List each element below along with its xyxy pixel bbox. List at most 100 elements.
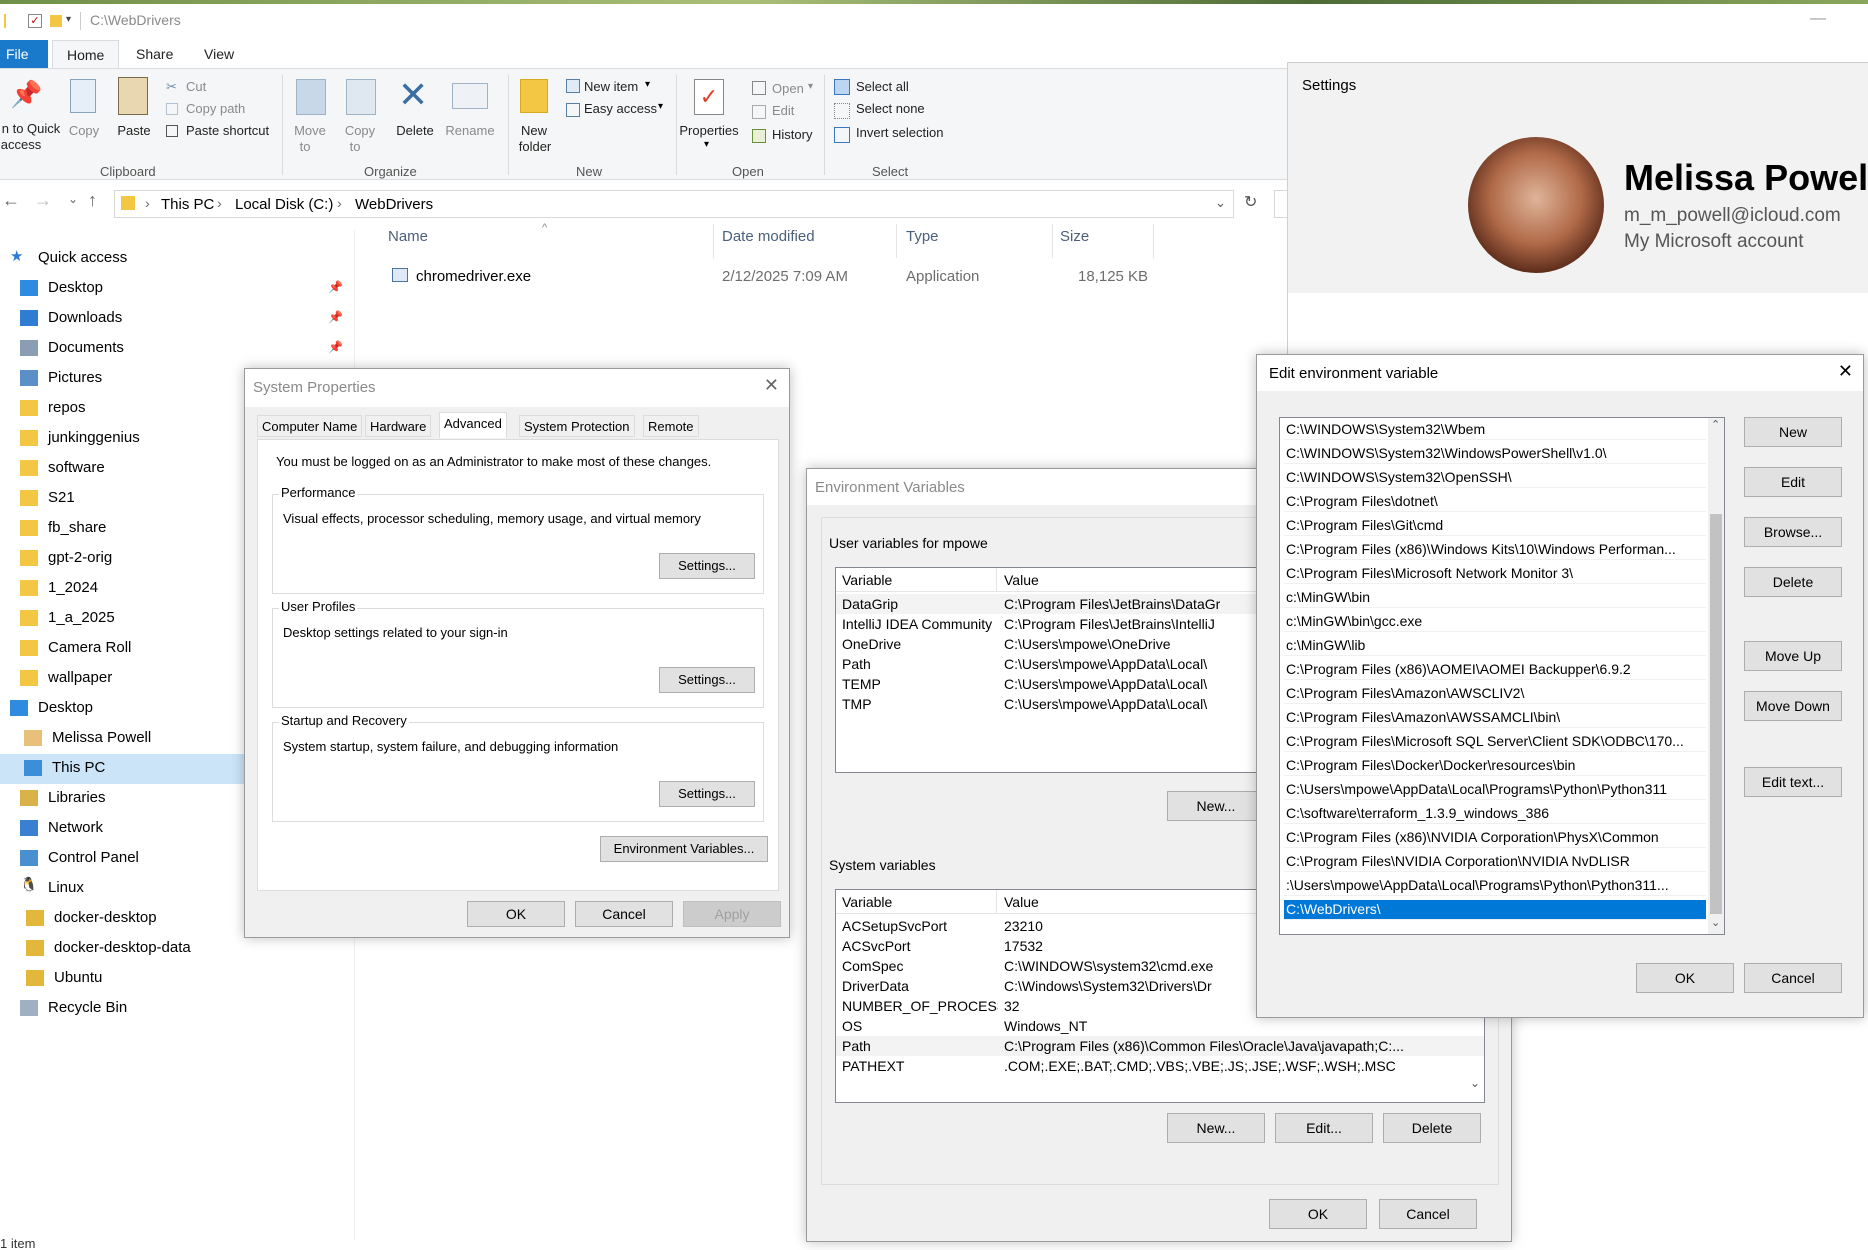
move-up-button[interactable]: Move Up xyxy=(1744,641,1842,671)
edit-text-button[interactable]: Edit text... xyxy=(1744,767,1842,797)
path-entry[interactable]: C:\WINDOWS\System32\WindowsPowerShell\v1… xyxy=(1284,444,1706,464)
path-entry[interactable]: C:\WINDOWS\System32\OpenSSH\ xyxy=(1284,468,1706,488)
tab-computer-name[interactable]: Computer Name xyxy=(257,415,363,437)
my-microsoft-account-link[interactable]: My Microsoft account xyxy=(1624,231,1804,253)
pin-icon[interactable]: 📌 xyxy=(10,79,42,110)
delete-icon[interactable]: ✕ xyxy=(398,75,428,115)
quick-access-toolbar-dropdown-icon[interactable]: ▾ xyxy=(66,14,71,25)
tab-share[interactable]: Share xyxy=(136,46,173,62)
user-profiles-settings-button[interactable]: Settings... xyxy=(659,667,755,693)
column-header-value[interactable]: Value xyxy=(1004,894,1039,910)
apply-button[interactable]: Apply xyxy=(683,901,781,927)
refresh-icon[interactable]: ↻ xyxy=(1244,192,1257,212)
path-entry[interactable]: C:\Program Files (x86)\Windows Kits\10\W… xyxy=(1284,540,1706,560)
table-row[interactable]: Path C:\Program Files (x86)\Common Files\… xyxy=(836,1036,1484,1056)
user-new-button[interactable]: New... xyxy=(1167,791,1265,821)
easy-access-button[interactable]: Easy access xyxy=(584,101,657,116)
pinned-icon[interactable]: 📌 xyxy=(328,340,343,354)
path-entry[interactable]: C:\Program Files\Microsoft SQL Server\Cl… xyxy=(1284,732,1706,752)
address-bar[interactable]: › This PC › Local Disk (C:) › WebDrivers… xyxy=(114,190,1234,218)
edit-button[interactable]: Edit xyxy=(772,103,794,118)
easy-access-dropdown-icon[interactable]: ▾ xyxy=(658,101,663,112)
new-folder-quick-icon[interactable] xyxy=(50,15,62,27)
system-delete-button[interactable]: Delete xyxy=(1383,1113,1481,1143)
history-icon[interactable] xyxy=(752,129,766,143)
path-entry[interactable]: C:\Program Files\Amazon\AWSSAMCLI\bin\ xyxy=(1284,708,1706,728)
easy-access-icon[interactable] xyxy=(566,103,580,117)
nav-item[interactable]: docker-desktop-data xyxy=(0,934,355,964)
rename-icon[interactable] xyxy=(452,83,488,109)
path-entry[interactable]: C:\Program Files\NVIDIA Corporation\NVID… xyxy=(1284,852,1706,872)
nav-item[interactable]: Desktop 📌 xyxy=(0,274,355,304)
breadcrumb-chevron-icon[interactable]: › xyxy=(337,195,342,211)
new-item-button[interactable]: New item xyxy=(584,79,638,94)
cut-button[interactable]: Cut xyxy=(186,79,206,94)
nav-item[interactable]: ★ Quick access xyxy=(0,244,355,274)
paste-shortcut-icon[interactable] xyxy=(166,125,178,137)
browse-button[interactable]: Browse... xyxy=(1744,517,1842,547)
paste-button[interactable]: Paste xyxy=(112,123,156,138)
startup-recovery-settings-button[interactable]: Settings... xyxy=(659,781,755,807)
path-entry-selected[interactable]: C:\WebDrivers\ xyxy=(1284,900,1706,920)
rename-button[interactable]: Rename xyxy=(440,123,500,138)
properties-check-icon[interactable]: ✓ xyxy=(28,14,42,28)
invert-selection-icon[interactable] xyxy=(834,127,850,143)
pinned-icon[interactable]: 📌 xyxy=(328,310,343,324)
cancel-button[interactable]: Cancel xyxy=(1379,1199,1477,1229)
properties-dropdown-icon[interactable]: ▾ xyxy=(704,139,709,150)
forward-arrow-icon[interactable]: → xyxy=(34,190,52,211)
path-entry[interactable]: c:\MinGW\bin xyxy=(1284,588,1706,608)
nav-item[interactable]: Ubuntu xyxy=(0,964,355,994)
close-icon[interactable]: ✕ xyxy=(1838,361,1853,382)
delete-button[interactable]: Delete xyxy=(390,123,440,138)
ok-button[interactable]: OK xyxy=(1269,1199,1367,1229)
copy-to-icon[interactable] xyxy=(346,79,376,115)
move-to-icon[interactable] xyxy=(296,79,326,115)
cut-icon[interactable]: ✂ xyxy=(166,79,177,95)
cancel-button[interactable]: Cancel xyxy=(575,901,673,927)
paste-shortcut-button[interactable]: Paste shortcut xyxy=(186,123,269,138)
new-folder-button[interactable]: New xyxy=(514,123,554,138)
select-all-button[interactable]: Select all xyxy=(856,79,909,94)
open-dropdown-icon[interactable]: ▾ xyxy=(808,81,813,92)
path-entry[interactable]: c:\MinGW\lib xyxy=(1284,636,1706,656)
column-header-variable[interactable]: Variable xyxy=(842,572,892,588)
history-button[interactable]: History xyxy=(772,127,812,142)
column-header-date-modified[interactable]: Date modified xyxy=(722,228,815,245)
new-item-icon[interactable] xyxy=(566,79,580,93)
copy-path-icon[interactable] xyxy=(166,103,178,115)
nav-item[interactable]: Recycle Bin xyxy=(0,994,355,1024)
tab-advanced[interactable]: Advanced xyxy=(439,412,507,438)
scroll-up-icon[interactable]: ⌃ xyxy=(1711,418,1720,431)
breadcrumb-webdrivers[interactable]: WebDrivers xyxy=(355,196,433,213)
pin-quick-access-label[interactable]: n to Quick xyxy=(0,121,62,136)
path-entry[interactable]: C:\Program Files\Docker\Docker\resources… xyxy=(1284,756,1706,776)
scrollbar-thumb[interactable] xyxy=(1710,514,1722,914)
path-entry[interactable]: c:\MinGW\bin\gcc.exe xyxy=(1284,612,1706,632)
column-separator[interactable] xyxy=(1052,224,1053,258)
column-separator[interactable] xyxy=(996,890,997,914)
copy-path-button[interactable]: Copy path xyxy=(186,101,245,116)
path-entry[interactable]: C:\Program Files (x86)\AOMEI\AOMEI Backu… xyxy=(1284,660,1706,680)
move-to-button[interactable]: Move xyxy=(290,123,330,138)
copy-icon[interactable] xyxy=(70,79,96,113)
breadcrumb-chevron-icon[interactable]: › xyxy=(145,195,150,211)
minimize-icon[interactable]: — xyxy=(1810,10,1826,28)
breadcrumb-local-disk[interactable]: Local Disk (C:) xyxy=(235,196,333,213)
scroll-down-icon[interactable]: ⌄ xyxy=(1470,1076,1480,1090)
column-header-value[interactable]: Value xyxy=(1004,572,1039,588)
path-list[interactable]: ⌃ ⌄ C:\WINDOWS\System32\Wbem C:\WINDOWS\S… xyxy=(1279,417,1725,935)
move-down-button[interactable]: Move Down xyxy=(1744,691,1842,721)
ok-button[interactable]: OK xyxy=(1636,963,1734,993)
system-new-button[interactable]: New... xyxy=(1167,1113,1265,1143)
tab-file[interactable]: File xyxy=(0,40,48,68)
tab-remote[interactable]: Remote xyxy=(643,415,699,437)
ok-button[interactable]: OK xyxy=(467,901,565,927)
new-folder-icon[interactable] xyxy=(520,79,548,113)
path-entry[interactable]: C:\Program Files\Amazon\AWSCLIV2\ xyxy=(1284,684,1706,704)
select-none-icon[interactable] xyxy=(834,103,850,119)
up-arrow-icon[interactable]: ↑ xyxy=(88,190,97,211)
column-separator[interactable] xyxy=(713,224,714,258)
cancel-button[interactable]: Cancel xyxy=(1744,963,1842,993)
pinned-icon[interactable]: 📌 xyxy=(328,280,343,294)
